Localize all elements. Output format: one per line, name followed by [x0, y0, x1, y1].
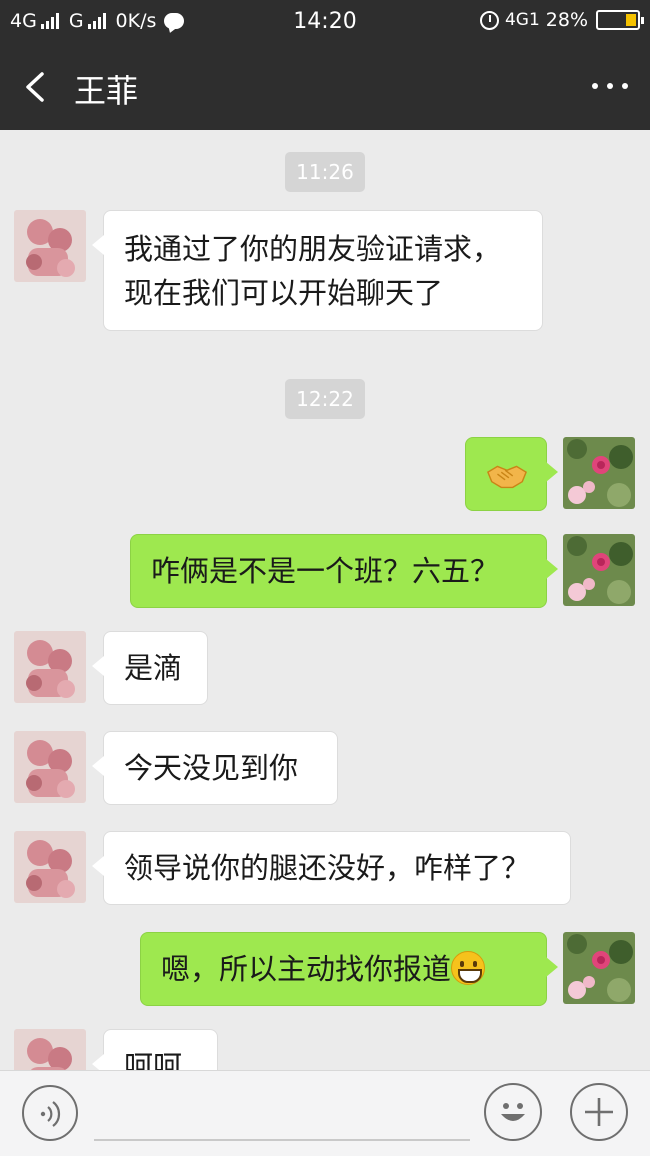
contact-avatar[interactable]: [14, 210, 86, 282]
message-bubble-incoming[interactable]: 我通过了你的朋友验证请求， 现在我们可以开始聊天了: [92, 210, 543, 331]
contact-avatar[interactable]: [14, 831, 86, 903]
message-input[interactable]: [94, 1139, 470, 1141]
message-bubble-incoming[interactable]: 是滴: [92, 631, 208, 705]
my-avatar[interactable]: [563, 534, 635, 606]
message-bubble-outgoing[interactable]: 咋俩是不是一个班？六五？: [130, 534, 558, 608]
message-bubble-outgoing[interactable]: 嗯，所以主动找你报道: [140, 932, 558, 1006]
battery-percent: 28%: [545, 9, 588, 31]
emoji-icon: [501, 1103, 525, 1121]
battery-icon: [596, 10, 644, 30]
alarm-icon: [479, 10, 499, 30]
message-bubble-incoming[interactable]: 呵呵: [92, 1029, 218, 1070]
my-avatar[interactable]: [563, 932, 635, 1004]
status-bar: 4G G 0K/s 14:20 4G1 28%: [0, 0, 650, 44]
emoji-button[interactable]: [484, 1083, 542, 1141]
message-bubble-incoming[interactable]: 领导说你的腿还没好，咋样了？: [92, 831, 571, 905]
chevron-left-icon: [26, 72, 44, 102]
chat-title: 王菲: [74, 72, 139, 110]
message-text: 现在我们可以开始聊天了: [124, 276, 444, 310]
message-text: 是滴: [124, 651, 183, 685]
message-text: 今天没见到你: [124, 751, 299, 785]
timestamp-label: 12:22: [285, 379, 365, 419]
back-button[interactable]: [22, 72, 50, 102]
voice-button[interactable]: [22, 1085, 78, 1141]
more-button[interactable]: [592, 74, 628, 98]
more-dots-icon: [592, 83, 598, 89]
message-text: 呵呵: [124, 1049, 183, 1070]
chat-header: 王菲: [0, 44, 650, 130]
status-right: 4G1 28%: [479, 9, 644, 31]
plus-icon: [585, 1098, 613, 1126]
handshake-emoji: [487, 465, 527, 489]
contact-avatar[interactable]: [14, 1029, 86, 1070]
voice-icon: [40, 1101, 61, 1127]
message-text: 领导说你的腿还没好，咋样了？: [124, 851, 531, 885]
timestamp-label: 11:26: [285, 152, 365, 192]
contact-avatar[interactable]: [14, 731, 86, 803]
network-label-3: 4G1: [504, 10, 540, 30]
contact-avatar[interactable]: [14, 631, 86, 703]
message-bubble-outgoing[interactable]: [465, 437, 558, 511]
chat-area[interactable]: 11:26 我通过了你的朋友验证请求， 现在我们可以开始聊天了 12:22 咋俩…: [0, 130, 650, 1070]
input-bar: [0, 1070, 650, 1156]
message-bubble-incoming[interactable]: 今天没见到你: [92, 731, 338, 805]
message-text: 嗯，所以主动找你报道: [161, 952, 452, 986]
timestamp: 12:22: [0, 379, 650, 419]
grin-emoji: [451, 951, 486, 985]
message-text: 咋俩是不是一个班？六五？: [151, 554, 500, 588]
more-functions-button[interactable]: [570, 1083, 628, 1141]
timestamp: 11:26: [0, 152, 650, 192]
message-text: 我通过了你的朋友验证请求，: [124, 232, 502, 266]
my-avatar[interactable]: [563, 437, 635, 509]
